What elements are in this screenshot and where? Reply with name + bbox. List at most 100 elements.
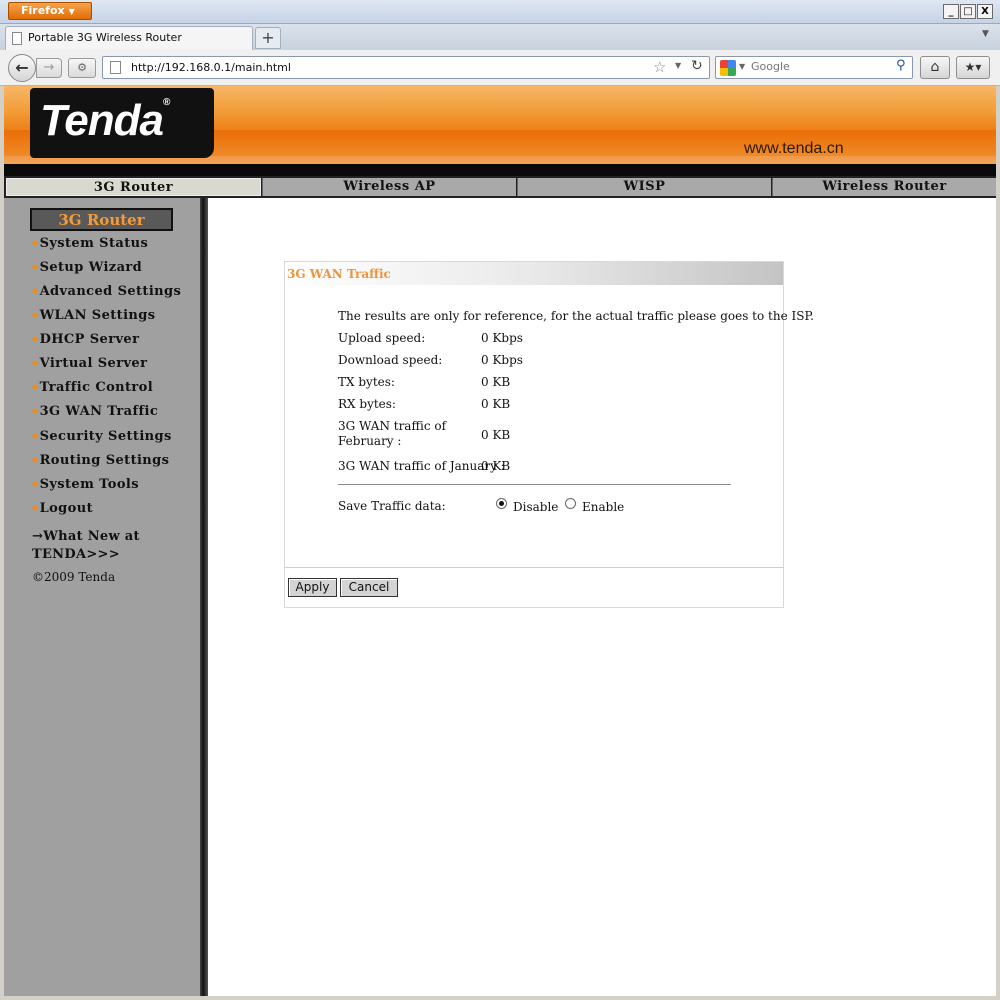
disable-radio-label[interactable]: Disable — [513, 500, 558, 514]
maximize-button[interactable]: □ — [960, 4, 976, 19]
navigation-toolbar: ← → ⚙ http://192.168.0.1/main.html ☆ ▼ ↻… — [0, 50, 1000, 86]
whats-new-link[interactable]: →What New at TENDA>>> — [32, 528, 172, 564]
sidebar-item-label: Traffic Control — [39, 380, 154, 395]
february-traffic-value: 0 KB — [481, 428, 511, 442]
chevron-down-icon[interactable]: ▼ — [675, 61, 681, 70]
sidebar-item-security-settings[interactable]: ◆Security Settings — [32, 429, 172, 447]
back-button[interactable]: ← — [8, 54, 36, 82]
sidebar-item-system-status[interactable]: ◆System Status — [32, 236, 148, 254]
tenda-logo: Tenda® — [30, 88, 214, 158]
bullet-icon: ◆ — [32, 285, 39, 295]
sidebar-item-label: DHCP Server — [39, 332, 140, 347]
mode-tabs: 3G Router Wireless AP WISP Wireless Rout… — [4, 176, 996, 198]
sidebar-divider — [200, 198, 208, 996]
sidebar-item-dhcp-server[interactable]: ◆DHCP Server — [32, 332, 139, 350]
browser-tab[interactable]: Portable 3G Wireless Router — [5, 26, 253, 50]
enable-radio[interactable] — [565, 498, 576, 509]
chevron-down-icon: ▼ — [68, 7, 75, 16]
bullet-icon: ◆ — [32, 430, 39, 440]
bullet-icon: ◆ — [32, 454, 39, 464]
sidebar-title: 3G Router — [30, 208, 173, 231]
sidebar-item-virtual-server[interactable]: ◆Virtual Server — [32, 356, 147, 374]
sidebar-item-label: WLAN Settings — [39, 308, 156, 323]
chevron-down-icon[interactable]: ▼ — [739, 62, 745, 71]
tab-wireless-ap[interactable]: Wireless AP — [262, 178, 516, 196]
bullet-icon: ◆ — [32, 502, 39, 512]
firefox-menu-label: Firefox — [21, 4, 65, 17]
enable-radio-label[interactable]: Enable — [582, 500, 624, 514]
site-identity-button[interactable]: ⚙ — [68, 58, 96, 78]
upload-speed-value: 0 Kbps — [481, 331, 523, 345]
registered-mark: ® — [162, 97, 170, 108]
sidebar-item-traffic-control[interactable]: ◆Traffic Control — [32, 380, 153, 398]
minimize-button[interactable]: _ — [943, 4, 959, 19]
cancel-button[interactable]: Cancel — [340, 578, 398, 597]
tab-wisp[interactable]: WISP — [517, 178, 771, 196]
url-bar[interactable]: http://192.168.0.1/main.html ☆ ▼ ↻ — [102, 56, 710, 79]
disable-radio[interactable] — [496, 498, 507, 509]
page-icon — [12, 32, 22, 45]
apply-button[interactable]: Apply — [288, 578, 337, 597]
sidebar: 3G Router ◆System Status ◆Setup Wizard ◆… — [4, 198, 208, 996]
sidebar-item-system-tools[interactable]: ◆System Tools — [32, 477, 139, 495]
sidebar-item-label: Virtual Server — [39, 356, 148, 371]
panel-footer-divider — [285, 567, 783, 568]
search-input[interactable] — [751, 60, 891, 73]
url-text[interactable]: http://192.168.0.1/main.html — [131, 61, 291, 74]
sidebar-item-routing-settings[interactable]: ◆Routing Settings — [32, 453, 169, 471]
bullet-icon: ◆ — [32, 478, 39, 488]
upload-speed-label: Upload speed: — [338, 331, 426, 345]
sidebar-item-label: Logout — [39, 501, 93, 516]
google-icon[interactable] — [720, 60, 736, 76]
firefox-menu-button[interactable]: Firefox ▼ — [8, 2, 92, 20]
tab-title: Portable 3G Wireless Router — [28, 31, 182, 44]
page-title: 3G WAN Traffic — [287, 267, 391, 281]
search-bar[interactable]: ▼ ⚲ — [715, 56, 913, 79]
tab-list-chevron-icon[interactable]: ▼ — [982, 29, 989, 39]
section-divider — [338, 484, 731, 485]
copyright-text: ©2009 Tenda — [32, 570, 116, 584]
bullet-icon: ◆ — [32, 357, 39, 367]
bookmark-icon: ★▾ — [964, 60, 982, 74]
home-button[interactable]: ⌂ — [920, 56, 950, 79]
save-traffic-label: Save Traffic data: — [338, 499, 446, 513]
rx-bytes-value: 0 KB — [481, 397, 511, 411]
star-icon[interactable]: ☆ — [653, 58, 666, 76]
bookmarks-button[interactable]: ★▾ — [956, 56, 990, 79]
sidebar-item-3g-wan-traffic[interactable]: ◆3G WAN Traffic — [32, 404, 158, 422]
rx-bytes-label: RX bytes: — [338, 397, 396, 411]
tx-bytes-value: 0 KB — [481, 375, 511, 389]
bullet-icon: ◆ — [32, 237, 39, 247]
bullet-icon: ◆ — [32, 405, 39, 415]
tab-strip: Portable 3G Wireless Router + ▼ — [0, 24, 1000, 50]
web-page: Tenda® www.tenda.cn 3G Router Wireless A… — [4, 86, 996, 996]
sidebar-item-setup-wizard[interactable]: ◆Setup Wizard — [32, 260, 142, 278]
download-speed-value: 0 Kbps — [481, 353, 523, 367]
header-divider — [4, 164, 996, 176]
site-url-text: www.tenda.cn — [744, 140, 844, 157]
sidebar-item-wlan-settings[interactable]: ◆WLAN Settings — [32, 308, 155, 326]
search-icon[interactable]: ⚲ — [896, 58, 906, 73]
close-window-button[interactable]: X — [977, 4, 993, 19]
bullet-icon: ◆ — [32, 309, 39, 319]
traffic-panel: 3G WAN Traffic The results are only for … — [284, 261, 814, 608]
header-banner: Tenda® www.tenda.cn — [4, 86, 996, 164]
window-titlebar: Firefox ▼ _ □ X — [0, 0, 1000, 24]
tab-3g-router[interactable]: 3G Router — [6, 178, 261, 196]
sidebar-item-label: System Status — [39, 236, 149, 251]
page-icon — [110, 61, 121, 74]
tab-wireless-router[interactable]: Wireless Router — [772, 178, 996, 196]
new-tab-button[interactable]: + — [255, 27, 281, 49]
sidebar-item-label: System Tools — [39, 477, 139, 492]
sidebar-item-logout[interactable]: ◆Logout — [32, 501, 93, 519]
sidebar-item-label: 3G WAN Traffic — [39, 404, 159, 419]
download-speed-label: Download speed: — [338, 353, 443, 367]
forward-button[interactable]: → — [36, 58, 62, 78]
bullet-icon: ◆ — [32, 381, 39, 391]
february-traffic-label: 3G WAN traffic of February : — [338, 419, 447, 448]
reload-icon[interactable]: ↻ — [691, 58, 703, 74]
sidebar-item-label: Routing Settings — [39, 453, 170, 468]
sidebar-item-advanced-settings[interactable]: ◆Advanced Settings — [32, 284, 181, 302]
reference-note: The results are only for reference, for … — [338, 309, 814, 323]
bullet-icon: ◆ — [32, 333, 39, 343]
